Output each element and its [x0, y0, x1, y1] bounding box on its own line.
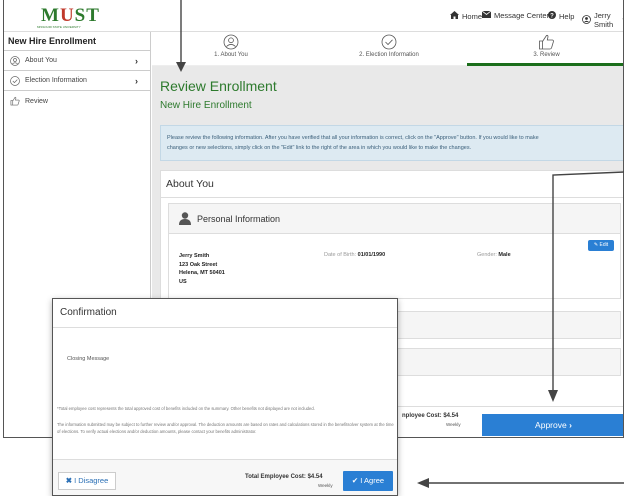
notice-line: Please review the following information.… — [167, 135, 539, 141]
user-circle-icon — [223, 34, 239, 50]
street-address: 123 Oak Street — [179, 261, 218, 268]
step-progress: 1. About You 2. Election Information 3. … — [152, 32, 623, 67]
svg-text:?: ? — [550, 13, 554, 19]
top-bar: MUST MISSOURI STATE UNIVERSITY Home Mess… — [4, 0, 623, 32]
closing-message: Closing Message — [67, 356, 110, 362]
step-label: 2. Election Information — [359, 52, 419, 58]
city-state-zip: Helena, MT 50401 — [179, 270, 225, 276]
home-icon — [450, 11, 459, 21]
instructions-notice: Please review the following information.… — [160, 125, 623, 161]
nav-user-label: Jerry Smith — [594, 11, 614, 29]
sidebar-title: New Hire Enrollment — [4, 32, 150, 51]
sidebar-item-review[interactable]: Review — [4, 91, 150, 111]
nav-user-menu[interactable]: Jerry Smith ▾ — [582, 11, 623, 29]
check-icon: ✔ — [351, 476, 359, 485]
dob-label: Date of Birth: — [324, 252, 357, 258]
help-icon: ? — [548, 11, 556, 21]
review-disclaimer: The information submitted may be subject… — [57, 422, 394, 434]
approve-label: Approve — [535, 420, 567, 430]
step-about-you[interactable]: 1. About You — [152, 32, 310, 66]
arrow-to-agree — [417, 478, 624, 488]
user-circle-icon — [10, 55, 20, 66]
logo-letter-m: M — [41, 5, 60, 26]
logo-letters-st: ST — [74, 5, 100, 26]
user-icon — [582, 14, 591, 26]
check-circle-icon — [381, 34, 397, 50]
edit-button[interactable]: ✎ Edit — [588, 240, 614, 251]
thumbs-up-icon — [539, 34, 554, 50]
gender-label: Gender: — [477, 252, 497, 258]
modal-title: Confirmation — [60, 307, 117, 318]
sidebar-item-about-you[interactable]: About You › — [4, 51, 150, 71]
person-name: Jerry Smith — [179, 253, 210, 259]
divider — [161, 197, 623, 198]
panel-title: Personal Information — [197, 213, 281, 224]
gender: Gender: Male — [477, 252, 511, 258]
nav-help[interactable]: ? Help — [548, 11, 574, 21]
disagree-label: I Disagree — [74, 476, 109, 485]
sidebar-item-election-information[interactable]: Election Information › — [4, 71, 150, 91]
user-icon — [179, 212, 191, 225]
page-subtitle: New Hire Enrollment — [160, 100, 252, 111]
agree-label: I Agree — [360, 476, 385, 485]
envelope-icon — [481, 10, 492, 20]
sidebar-item-label: Review — [25, 97, 48, 105]
country: US — [179, 278, 187, 285]
step-label: 3. Review — [533, 52, 560, 58]
agree-button[interactable]: ✔ I Agree — [343, 471, 393, 491]
chevron-right-icon: › — [135, 56, 138, 66]
nav-help-label: Help — [559, 11, 575, 21]
approve-button[interactable]: Approve › — [482, 414, 623, 436]
total-cost: nployee Cost: $4.54 — [402, 413, 459, 419]
page-title: Review Enrollment — [160, 78, 277, 94]
logo-tagline: MISSOURI STATE UNIVERSITY — [37, 25, 81, 29]
total-cost: Total Employee Cost: $4.54 — [245, 474, 323, 480]
step-review[interactable]: 3. Review — [468, 32, 623, 66]
modal-footer: ✖ I Disagree Total Employee Cost: $4.54 … — [53, 460, 397, 495]
nav-home-label: Home — [462, 11, 483, 21]
nav-message-center[interactable]: Message Center — [481, 10, 550, 20]
logo[interactable]: MUST — [41, 5, 100, 27]
confirmation-modal: Confirmation Closing Message *Total empl… — [52, 298, 398, 496]
personal-information-panel: Personal Information ✎ Edit Jerry Smith … — [168, 203, 621, 299]
check-circle-icon — [10, 75, 20, 86]
nav-home[interactable]: Home — [450, 11, 482, 21]
disagree-button[interactable]: ✖ I Disagree — [58, 472, 116, 490]
step-label: 1. About You — [214, 52, 248, 58]
chevron-right-icon: › — [135, 76, 138, 86]
edit-label: Edit — [599, 242, 609, 248]
cost-disclaimer: *Total employee cost represents the tota… — [57, 406, 315, 411]
logo-letter-u: U — [59, 5, 75, 26]
panel-header: Personal Information — [169, 204, 620, 234]
cost-period: Weekly — [446, 422, 461, 427]
chevron-right-icon: › — [569, 420, 572, 430]
sidebar-item-label: About You — [25, 57, 57, 64]
gender-value: Male — [498, 252, 511, 258]
nav-messages-label: Message Center — [494, 11, 550, 20]
dob-value: 01/01/1990 — [357, 252, 386, 258]
thumbs-up-icon — [10, 96, 20, 106]
notice-line: changes or new selections, simply click … — [167, 145, 472, 151]
date-of-birth: Date of Birth: 01/01/1990 — [324, 252, 385, 258]
sidebar-item-label: Election Information — [25, 77, 87, 84]
cost-period: Weekly — [318, 483, 333, 488]
close-icon: ✖ — [65, 476, 72, 485]
step-election-information[interactable]: 2. Election Information — [310, 32, 468, 66]
address-block: Jerry Smith 123 Oak Street Helena, MT 50… — [179, 252, 225, 286]
section-title: About You — [166, 178, 214, 190]
divider — [53, 327, 397, 328]
